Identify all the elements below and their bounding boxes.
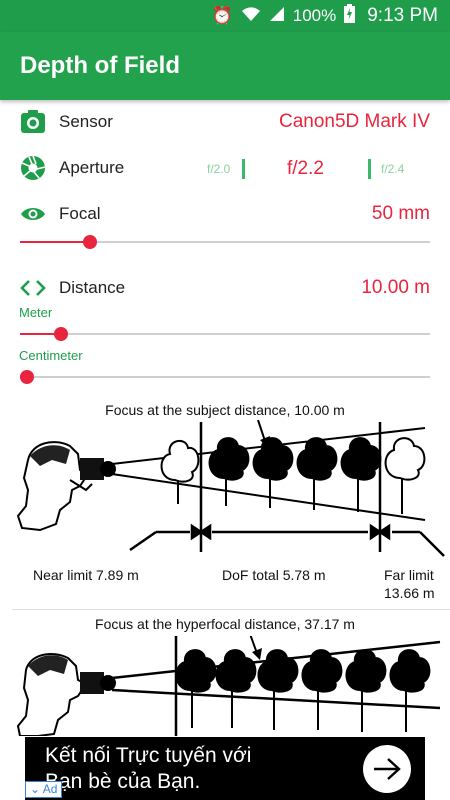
sensor-label: Sensor: [59, 112, 113, 131]
distance-value: 10.00 m: [361, 277, 430, 298]
aperture-divider-left: [242, 159, 245, 179]
aperture-label: Aperture: [59, 158, 125, 177]
centimeter-slider[interactable]: [20, 367, 430, 387]
camera-icon: [20, 109, 46, 135]
alarm-icon: ⏰: [211, 6, 233, 25]
aperture-icon: [20, 155, 46, 181]
hyperfocal-distance-diagram: [16, 636, 441, 736]
battery-icon: [344, 4, 356, 28]
signal-icon: [269, 6, 285, 27]
slider-track: [20, 376, 430, 378]
distance-label: Distance: [59, 278, 126, 297]
arrow-right-icon[interactable]: [363, 745, 411, 793]
aperture-prev-value[interactable]: f/2.0: [207, 162, 230, 176]
ad-badge-label: Ad: [42, 782, 58, 796]
ad-line-2: Bạn bè của Bạn.: [45, 770, 201, 793]
section-divider: [12, 609, 450, 610]
near-limit-label: Near limit 7.89 m: [33, 567, 139, 583]
slider-thumb[interactable]: [20, 370, 34, 384]
photographer-illustration: [16, 441, 116, 532]
sensor-row[interactable]: Sensor Canon5D Mark IV: [0, 102, 450, 142]
focus-arrow: [249, 636, 262, 660]
aperture-divider-right: [368, 159, 371, 179]
slider-fill: [20, 241, 90, 243]
focal-value: 50 mm: [371, 203, 430, 224]
page-title: Depth of Field: [20, 52, 180, 79]
photographer-illustration: [16, 653, 116, 736]
focal-label: Focal: [59, 204, 101, 223]
slider-track: [20, 333, 430, 335]
aperture-current-value[interactable]: f/2.2: [287, 158, 324, 180]
app-bar: Depth of Field: [0, 32, 450, 100]
ad-line-1: Kết nối Trực tuyến với: [45, 744, 252, 767]
meter-slider[interactable]: [20, 324, 430, 344]
ad-text: Kết nối Trực tuyến với Bạn bè của Bạn.: [45, 743, 251, 795]
subject-diagram-caption: Focus at the subject distance, 10.00 m: [105, 402, 345, 418]
focal-slider[interactable]: [20, 232, 430, 252]
aperture-next-value[interactable]: f/2.4: [381, 162, 404, 176]
subject-distance-diagram: [16, 420, 445, 557]
far-limit-value: 13.66 m: [384, 585, 435, 601]
centimeter-label: Centimeter: [19, 348, 83, 363]
battery-percent: 100%: [292, 6, 337, 25]
slider-thumb[interactable]: [82, 235, 97, 249]
trees: [175, 649, 431, 732]
code-brackets-icon: [20, 275, 46, 301]
ad-banner[interactable]: Kết nối Trực tuyến với Bạn bè của Bạn.: [25, 737, 425, 800]
slider-thumb[interactable]: [54, 327, 68, 341]
wifi-icon: [241, 6, 261, 27]
distance-row: Distance 10.00 m: [0, 268, 450, 308]
far-limit-label: Far limit: [384, 567, 434, 583]
chevron-down-icon: ⌄: [30, 782, 41, 796]
focus-arrow: [257, 420, 270, 448]
eye-icon: [20, 201, 46, 227]
hyperfocal-diagram-caption: Focus at the hyperfocal distance, 37.17 …: [95, 616, 355, 632]
ad-badge[interactable]: ⌄ Ad: [25, 781, 63, 798]
focal-row: Focal 50 mm: [0, 194, 450, 234]
dof-total-label: DoF total 5.78 m: [222, 567, 326, 583]
status-bar: ⏰ 100% 9:13 PM: [0, 0, 450, 32]
meter-label: Meter: [19, 305, 53, 320]
main-content: Sensor Canon5D Mark IV Aperture f/2.0 f/…: [0, 100, 450, 800]
sensor-value[interactable]: Canon5D Mark IV: [279, 111, 430, 133]
clock: 9:13 PM: [367, 5, 438, 26]
